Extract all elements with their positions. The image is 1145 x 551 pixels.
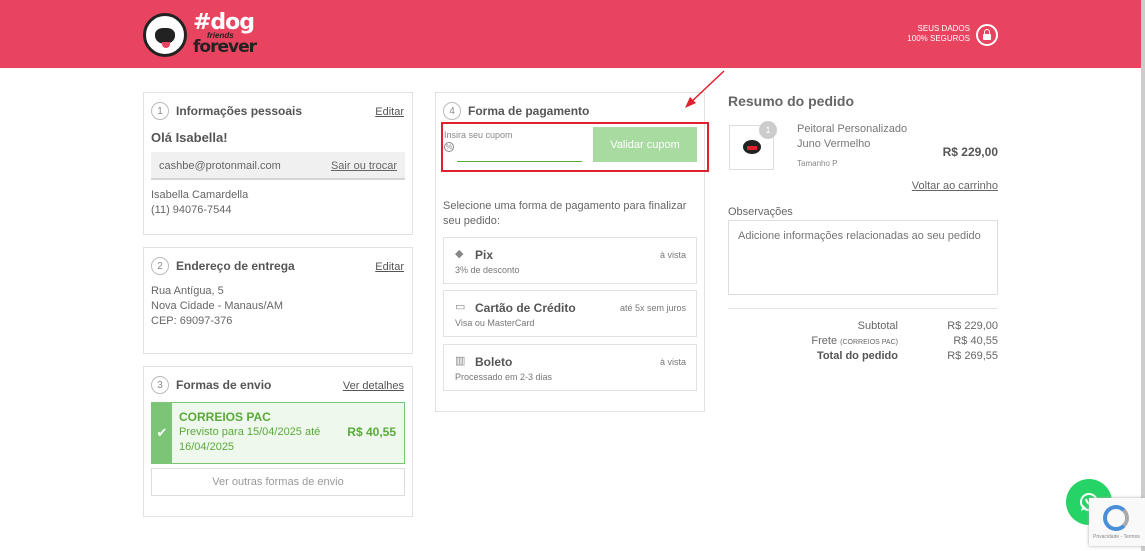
- address-zip: CEP: 69097-376: [151, 315, 233, 327]
- personal-details: Isabella Camardella (11) 94076-7544: [151, 188, 248, 218]
- switch-account-link[interactable]: Sair ou trocar: [331, 160, 397, 172]
- greeting: Olá Isabella!: [151, 130, 228, 145]
- total-value: R$ 269,55: [947, 350, 998, 362]
- shipping-name: CORREIOS PAC: [179, 410, 271, 424]
- email-text: cashbe@protonmail.com: [159, 160, 281, 172]
- edit-personal-link[interactable]: Editar: [375, 106, 404, 118]
- subtotal-label: Subtotal: [857, 320, 898, 332]
- check-icon: ✔: [152, 403, 172, 463]
- payment-option-credit-card[interactable]: ▭ Cartão de Crédito Visa ou MasterCard a…: [443, 290, 697, 337]
- card-title: Formas de envio: [176, 378, 272, 392]
- shipping-method: (CORREIOS PAC): [840, 339, 898, 346]
- annotation-arrow-icon: [685, 70, 725, 108]
- card-title: Informações pessoais: [176, 104, 303, 118]
- payment-sub: Processado em 2-3 dias: [455, 372, 553, 382]
- subtotal-row: Subtotal R$ 229,00: [728, 320, 998, 335]
- product-qty-badge: 1: [759, 121, 777, 139]
- customer-name: Isabella Camardella: [151, 189, 249, 201]
- shipping-label: Frete: [811, 335, 838, 347]
- divider: [728, 308, 998, 309]
- edit-address-link[interactable]: Editar: [375, 261, 404, 273]
- card-title: Endereço de entrega: [176, 259, 295, 273]
- step-number: 4: [443, 102, 461, 120]
- address-city: Nova Cidade - Manaus/AM: [151, 300, 284, 312]
- validate-coupon-button[interactable]: Validar cupom: [593, 127, 697, 162]
- payment-sub: Visa ou MasterCard: [455, 318, 535, 328]
- payment-name: Cartão de Crédito: [475, 301, 576, 315]
- notes-textarea[interactable]: [728, 220, 998, 295]
- card-title: Forma de pagamento: [468, 104, 590, 118]
- step-number: 1: [151, 102, 169, 120]
- logo-text-forever: forever: [193, 37, 257, 57]
- address-details: Rua Antígua, 5 Nova Cidade - Manaus/AM C…: [151, 284, 283, 329]
- coupon-icon: %: [444, 142, 454, 152]
- personal-info-card: 1 Informações pessoais Editar Olá Isabel…: [143, 92, 413, 235]
- scrollbar[interactable]: [1141, 0, 1145, 551]
- shipping-eta: Previsto para 15/04/2025 até 16/04/2025: [179, 426, 321, 453]
- header: #dog friends forever SEUS DADOS 100% SEG…: [0, 0, 1145, 68]
- shipping-price: R$ 40,55: [347, 425, 396, 439]
- credit-card-icon: ▭: [455, 301, 466, 313]
- product-variant: Tamanho P: [797, 159, 838, 168]
- payment-sub: 3% de desconto: [455, 265, 520, 275]
- total-row: Total do pedido R$ 269,55: [728, 350, 998, 365]
- recaptcha-text: Privacidade - Termos: [1093, 534, 1140, 540]
- back-to-cart-link[interactable]: Voltar ao carrinho: [880, 180, 998, 192]
- dog-logo-icon: [143, 13, 187, 57]
- barcode-icon: ▥: [455, 355, 466, 367]
- pix-icon: ◆: [455, 248, 464, 260]
- shipping-row: Frete (CORREIOS PAC) R$ 40,55: [728, 335, 998, 350]
- payment-terms: à vista: [659, 250, 686, 260]
- lock-icon: [976, 24, 998, 46]
- notes-label: Observações: [728, 206, 793, 218]
- logo[interactable]: #dog friends forever: [143, 10, 257, 58]
- shipping-details-link[interactable]: Ver detalhes: [343, 380, 404, 392]
- payment-option-pix[interactable]: ◆ Pix 3% de desconto à vista: [443, 237, 697, 284]
- step-number: 2: [151, 257, 169, 275]
- shipping-option-selected[interactable]: ✔ CORREIOS PAC Previsto para 15/04/2025 …: [151, 402, 405, 464]
- product-name: Peitoral Personalizado Juno Vermelho: [797, 123, 908, 150]
- customer-phone: (11) 94076-7544: [151, 204, 232, 216]
- payment-intro: Selecione uma forma de pagamento para fi…: [443, 200, 687, 227]
- coupon-label: Insira seu cupom: [444, 130, 513, 140]
- recaptcha-icon: [1103, 505, 1129, 531]
- product-price: R$ 229,00: [942, 145, 998, 159]
- summary-title: Resumo do pedido: [728, 93, 854, 109]
- email-box: cashbe@protonmail.com Sair ou trocar: [151, 152, 405, 180]
- address-card: 2 Endereço de entrega Editar Rua Antígua…: [143, 247, 413, 354]
- recaptcha-badge[interactable]: Privacidade - Termos: [1089, 498, 1145, 546]
- shipping-card: 3 Formas de envio Ver detalhes ✔ CORREIO…: [143, 366, 413, 517]
- payment-option-boleto[interactable]: ▥ Boleto Processado em 2-3 dias à vista: [443, 344, 697, 391]
- secure-badge-text: SEUS DADOS 100% SEGUROS: [907, 24, 970, 43]
- payment-name: Pix: [475, 248, 494, 262]
- step-number: 3: [151, 376, 169, 394]
- payment-terms: até 5x sem juros: [619, 303, 686, 313]
- subtotal-value: R$ 229,00: [947, 320, 998, 332]
- address-street: Rua Antígua, 5: [151, 285, 224, 297]
- shipping-value: R$ 40,55: [953, 335, 998, 347]
- payment-terms: à vista: [659, 357, 686, 367]
- coupon-input[interactable]: [457, 140, 582, 162]
- payment-name: Boleto: [475, 355, 513, 369]
- total-label: Total do pedido: [816, 350, 898, 362]
- other-shipping-button[interactable]: Ver outras formas de envio: [151, 468, 405, 496]
